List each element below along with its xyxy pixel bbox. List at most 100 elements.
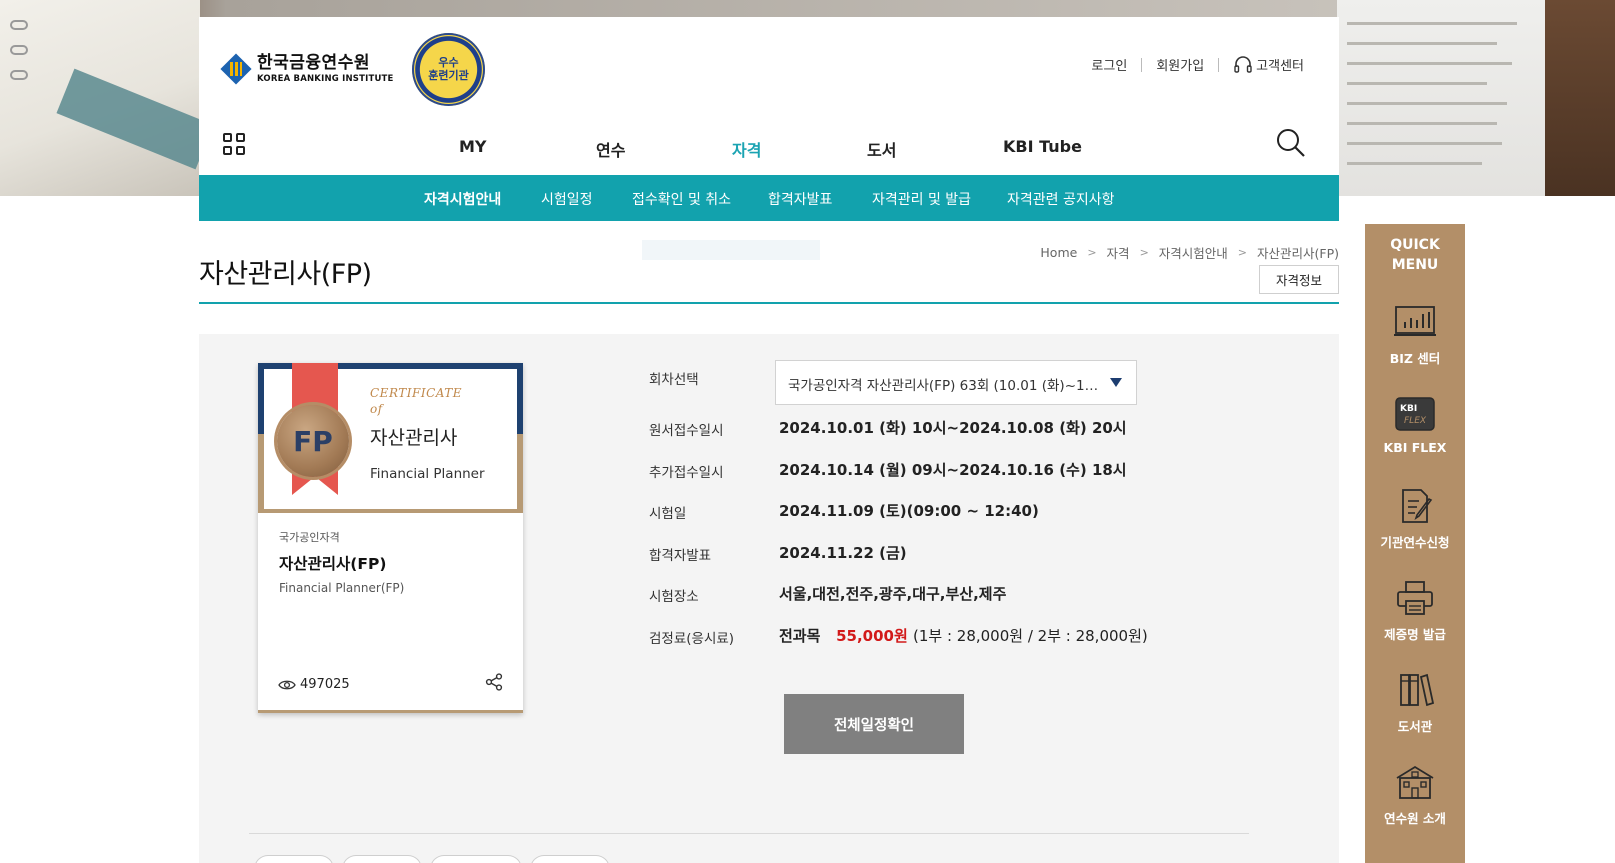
place-value: 서울,대전,전주,광주,대구,부산,제주	[779, 585, 1007, 603]
apply-label: 원서접수일시	[649, 423, 724, 439]
signup-link[interactable]: 회원가입	[1156, 55, 1204, 74]
gnb-kbi-tube[interactable]: KBI Tube	[1003, 137, 1082, 156]
quick-biz-center[interactable]: BIZ 센터	[1365, 304, 1465, 367]
gnb-qualification[interactable]: 자격	[732, 137, 761, 161]
round-selected-value: 국가공인자격 자산관리사(FP) 63회 (10.01 (화)~1…	[788, 378, 1099, 394]
fee-label: 검정료(응시료)	[649, 631, 735, 647]
divider	[1218, 57, 1220, 72]
round-label: 회차선택	[649, 372, 699, 388]
quick-item-label: 제증명 발급	[1384, 627, 1446, 642]
view-count-value: 497025	[300, 677, 350, 692]
qualification-info-button[interactable]: 자격정보	[1259, 265, 1339, 294]
fee-scope: 전과목	[779, 627, 821, 645]
section-divider	[249, 833, 1249, 834]
tab-1[interactable]	[254, 855, 334, 863]
badge-line-1: 우수	[438, 55, 459, 69]
fee-value: 전과목 55,000원 (1부 : 28,000원 / 2부 : 28,000원…	[779, 625, 1148, 646]
badge-line-2: 훈련기관	[428, 68, 469, 82]
fee-detail: (1부 : 28,000원 / 2부 : 28,000원)	[913, 627, 1148, 645]
subnav-registration-check[interactable]: 접수확인 및 취소	[632, 189, 731, 209]
faded-overlay	[642, 240, 820, 260]
customer-center-link[interactable]: 고객센터	[1233, 55, 1304, 74]
main-navigation: MY 연수 자격 도서 KBI Tube	[199, 137, 1339, 175]
customer-center-label: 고객센터	[1256, 59, 1304, 74]
quick-library[interactable]: 도서관	[1365, 672, 1465, 735]
svg-text:FLEX: FLEX	[1404, 416, 1427, 426]
logo-english: KOREA BANKING INSTITUTE	[257, 73, 394, 84]
breadcrumb-home[interactable]: Home	[1040, 245, 1077, 260]
document-pen-icon	[1402, 489, 1433, 523]
planner-photo	[0, 0, 214, 196]
svg-text:KBI: KBI	[1400, 404, 1417, 414]
dropdown-arrow-icon	[1110, 378, 1122, 387]
fp-seal-icon: FP	[277, 405, 349, 477]
login-link[interactable]: 로그인	[1091, 55, 1127, 74]
eye-icon	[278, 680, 296, 689]
fee-amount: 55,000원	[836, 627, 908, 645]
search-icon[interactable]	[1276, 128, 1306, 158]
quick-institute-intro[interactable]: 연수원 소개	[1365, 764, 1465, 827]
divider	[1141, 57, 1143, 72]
breadcrumb-current: 자산관리사(FP)	[1257, 246, 1339, 261]
quick-item-label: KBI FLEX	[1383, 440, 1447, 455]
quick-institution-training[interactable]: 기관연수신청	[1365, 488, 1465, 551]
newspaper-photo	[1337, 0, 1615, 196]
quick-item-label: 도서관	[1397, 719, 1433, 734]
site-header: 한국금융연수원 KOREA BANKING INSTITUTE 우수 훈련기관 …	[199, 17, 1339, 175]
subnav-management[interactable]: 자격관리 및 발급	[872, 189, 971, 209]
gnb-training[interactable]: 연수	[596, 137, 625, 161]
sub-navigation: 자격시험안내 시험일정 접수확인 및 취소 합격자발표 자격관리 및 발급 자격…	[199, 175, 1339, 221]
chart-monitor-icon	[1394, 306, 1436, 336]
tab-2[interactable]	[342, 855, 422, 863]
exam-date-value: 2024.11.09 (토)(09:00 ~ 12:40)	[779, 502, 1039, 520]
quick-item-label: 연수원 소개	[1384, 811, 1446, 826]
chevron-right-icon: >	[1087, 246, 1097, 259]
logo-mark-icon	[220, 53, 252, 85]
exam-info-panel: FP CERTIFICATE of 자산관리사 Financial Planne…	[199, 334, 1339, 863]
gnb-books[interactable]: 도서	[867, 137, 896, 161]
subnav-results[interactable]: 합격자발표	[768, 189, 832, 209]
share-icon[interactable]	[485, 673, 503, 691]
quick-menu-title: QUICK MENU	[1390, 237, 1440, 274]
round-select[interactable]: 국가공인자격 자산관리사(FP) 63회 (10.01 (화)~1…	[775, 360, 1137, 405]
extra-label: 추가접수일시	[649, 465, 724, 481]
card-name: 자산관리사(FP)	[279, 555, 387, 573]
utility-menu: 로그인 회원가입 고객센터	[1091, 55, 1304, 74]
kbi-flex-icon: KBI FLEX	[1395, 397, 1435, 431]
tab-4[interactable]	[530, 855, 610, 863]
books-icon	[1400, 673, 1435, 707]
chevron-right-icon: >	[1237, 246, 1248, 259]
quick-item-label: BIZ 센터	[1389, 351, 1441, 366]
card-english-name: Financial Planner(FP)	[279, 581, 405, 595]
subnav-exam-guide[interactable]: 자격시험안내	[424, 189, 501, 209]
exam-date-label: 시험일	[649, 506, 687, 522]
breadcrumb-exam-guide[interactable]: 자격시험안내	[1159, 243, 1228, 262]
quick-kbi-flex[interactable]: KBI FLEX KBI FLEX	[1365, 396, 1465, 455]
quick-menu: QUICK MENU BIZ 센터 KBI FLEX KBI FLEX 기관연수…	[1365, 224, 1465, 863]
tab-3[interactable]	[430, 855, 522, 863]
result-value: 2024.11.22 (금)	[779, 544, 907, 562]
quick-item-label: 기관연수신청	[1380, 535, 1450, 550]
subnav-notices[interactable]: 자격관련 공지사항	[1007, 189, 1115, 209]
result-label: 합격자발표	[649, 548, 712, 564]
quick-certificate-issue[interactable]: 제증명 발급	[1365, 580, 1465, 643]
apply-value: 2024.10.01 (화) 10시~2024.10.08 (화) 20시	[779, 419, 1127, 437]
place-label: 시험장소	[649, 589, 699, 605]
card-category: 국가공인자격	[279, 531, 340, 544]
certificate-name: 자산관리사	[370, 427, 458, 449]
chevron-right-icon: >	[1139, 246, 1149, 259]
view-count: 497025	[278, 677, 350, 692]
card-meta: 국가공인자격 자산관리사(FP) Financial Planner(FP)	[279, 529, 404, 595]
site-logo[interactable]: 한국금융연수원 KOREA BANKING INSTITUTE	[220, 52, 394, 85]
breadcrumb-qualification[interactable]: 자격	[1107, 243, 1130, 262]
excellent-institution-badge: 우수 훈련기관	[412, 33, 485, 106]
extra-value: 2024.10.14 (월) 09시~2024.10.16 (수) 18시	[779, 461, 1127, 479]
subnav-exam-schedule[interactable]: 시험일정	[541, 189, 593, 209]
certificate-label: CERTIFICATE of	[370, 386, 463, 417]
logo-korean: 한국금융연수원	[257, 52, 370, 73]
printer-icon	[1397, 581, 1433, 615]
headset-icon	[1234, 55, 1252, 73]
gnb-my[interactable]: MY	[459, 137, 487, 156]
breadcrumb: Home > 자격 > 자격시험안내 > 자산관리사(FP)	[1040, 243, 1339, 262]
full-schedule-button[interactable]: 전체일정확인	[784, 694, 964, 754]
